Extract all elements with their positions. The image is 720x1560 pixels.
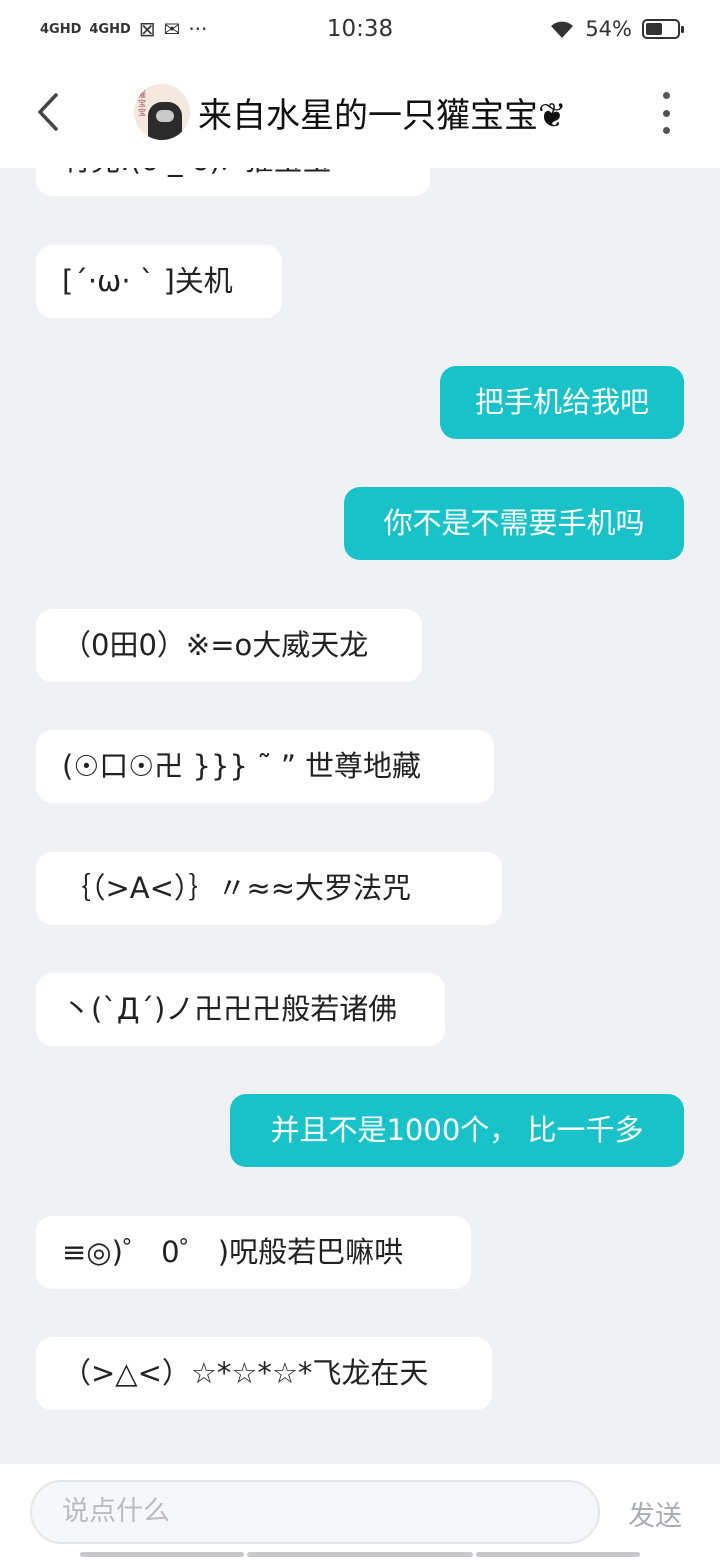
wechat-notification-icon: ✉ <box>163 17 181 41</box>
status-time: 10:38 <box>326 16 394 42</box>
send-button[interactable]: 发送 <box>628 1494 682 1533</box>
cellular-signal-icon: 4GHD <box>40 21 82 37</box>
cellular-signal-icon-2: 4GHD <box>89 21 131 37</box>
avatar[interactable]: 獾宝宝 <box>134 84 190 140</box>
gesture-bar <box>476 1552 640 1557</box>
message-bubble-incoming[interactable]: ｛（>A<）｝〃≈≈大罗法咒 <box>36 852 502 925</box>
wifi-icon <box>551 21 574 38</box>
message-bubble-incoming[interactable]: (☉口☉卍 }}} ˜ ” 世尊地藏 <box>36 730 494 803</box>
status-icons-right: 54% <box>440 17 684 41</box>
battery-level <box>646 23 663 35</box>
back-button[interactable] <box>28 90 68 134</box>
more-notifications-icon: ··· <box>188 17 208 41</box>
more-dot-icon <box>662 127 670 134</box>
status-bar: 4GHD 4GHD ⊠ ✉ ··· 10:38 54% <box>0 0 720 58</box>
more-dot-icon <box>662 109 670 117</box>
message-bubble-incoming[interactable]: 丶(ˋДˊ)ノ卍卍卍般若诸佛 <box>36 973 445 1046</box>
message-bubble-outgoing[interactable]: 你不是不需要手机吗 <box>344 487 684 560</box>
message-bubble-outgoing[interactable]: 把手机给我吧 <box>440 366 684 439</box>
message-bubble-incoming[interactable]: 有兜:(ò _ ó)ﾉ 獾宝宝~ <box>36 168 430 196</box>
badger-face <box>156 110 174 122</box>
message-bubble-incoming[interactable]: [ˊ·ω· ˋ ]关机 <box>36 245 282 318</box>
more-dot-icon <box>662 92 670 99</box>
message-input[interactable]: 说点什么 <box>30 1480 600 1544</box>
message-composer: 说点什么 发送 <box>0 1464 720 1560</box>
battery-icon <box>642 19 684 39</box>
status-icons-left: 4GHD 4GHD ⊠ ✉ ··· <box>40 17 280 41</box>
gesture-bar <box>247 1552 473 1557</box>
message-bubble-outgoing[interactable]: 并且不是1000个， 比一千多 <box>230 1094 684 1167</box>
message-bubble-incoming[interactable]: （0田0）※=o大威天龙 <box>36 609 422 682</box>
chat-header: 獾宝宝 来自水星的一只獾宝宝❦ <box>0 58 720 168</box>
chevron-left-icon <box>38 93 58 131</box>
battery-percent: 54% <box>585 17 632 41</box>
message-bubble-incoming[interactable]: ≡◎)゜ 0゜ )呪般若巴嘛哄 <box>36 1216 471 1289</box>
chat-title: 来自水星的一只獾宝宝❦ <box>198 95 567 136</box>
message-bubble-incoming[interactable]: （>△<）☆*☆*☆*飞龙在天 <box>36 1337 492 1410</box>
chat-title-group[interactable]: 獾宝宝 来自水星的一只獾宝宝❦ <box>134 84 567 140</box>
more-options-button[interactable] <box>650 92 682 134</box>
message-list[interactable]: 有兜:(ò _ ó)ﾉ 獾宝宝~ [ˊ·ω· ˋ ]关机 把手机给我吧 你不是不… <box>0 168 720 1464</box>
gesture-bar <box>80 1552 244 1557</box>
gallery-notification-icon: ⊠ <box>138 17 156 41</box>
